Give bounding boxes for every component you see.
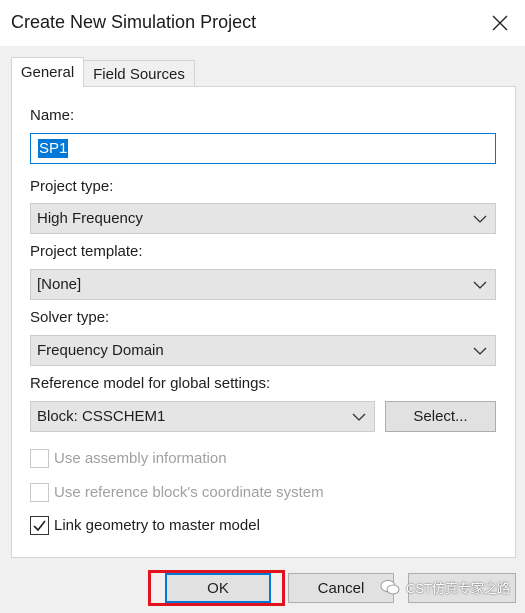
chevron-down-icon: [352, 413, 366, 421]
solver-type-label: Solver type:: [30, 309, 110, 326]
name-value: SP1: [38, 139, 69, 158]
cancel-button[interactable]: Cancel: [288, 573, 394, 603]
solver-type-value: Frequency Domain: [37, 342, 164, 359]
ok-highlight-annotation: [148, 570, 285, 606]
select-button[interactable]: Select...: [385, 401, 496, 432]
name-label: Name:: [30, 107, 75, 124]
project-template-select[interactable]: [None]: [30, 269, 496, 300]
project-type-value: High Frequency: [37, 210, 143, 227]
chevron-down-icon: [473, 215, 487, 223]
use-assembly-checkbox[interactable]: [30, 449, 49, 468]
link-geometry-checkbox[interactable]: [30, 516, 49, 535]
reference-model-label: Reference model for global settings:: [30, 375, 271, 392]
chevron-down-icon: [473, 281, 487, 289]
name-field[interactable]: SP1: [30, 133, 496, 164]
solver-type-select[interactable]: Frequency Domain: [30, 335, 496, 366]
close-icon: [492, 15, 508, 31]
checkmark-icon: [33, 520, 46, 532]
watermark: CST仿真专家之路: [380, 578, 510, 597]
use-reference-block-label: Use reference block's coordinate system: [54, 484, 324, 501]
project-type-select[interactable]: High Frequency: [30, 203, 496, 234]
reference-model-value: Block: CSSCHEM1: [37, 408, 166, 425]
use-assembly-label: Use assembly information: [54, 450, 227, 467]
link-geometry-label: Link geometry to master model: [54, 517, 260, 534]
project-type-label: Project type:: [30, 178, 114, 195]
title-bar: Create New Simulation Project: [0, 0, 525, 46]
tab-field-sources[interactable]: Field Sources: [84, 60, 195, 87]
watermark-text: CST仿真专家之路: [406, 581, 511, 596]
chevron-down-icon: [473, 347, 487, 355]
tab-general[interactable]: General: [11, 57, 84, 87]
project-template-label: Project template:: [30, 243, 143, 260]
wechat-icon: [380, 580, 400, 595]
reference-model-select[interactable]: Block: CSSCHEM1: [30, 401, 375, 432]
use-reference-block-checkbox[interactable]: [30, 483, 49, 502]
close-button[interactable]: [487, 10, 513, 36]
project-template-value: [None]: [37, 276, 82, 293]
dialog-title: Create New Simulation Project: [11, 12, 257, 32]
